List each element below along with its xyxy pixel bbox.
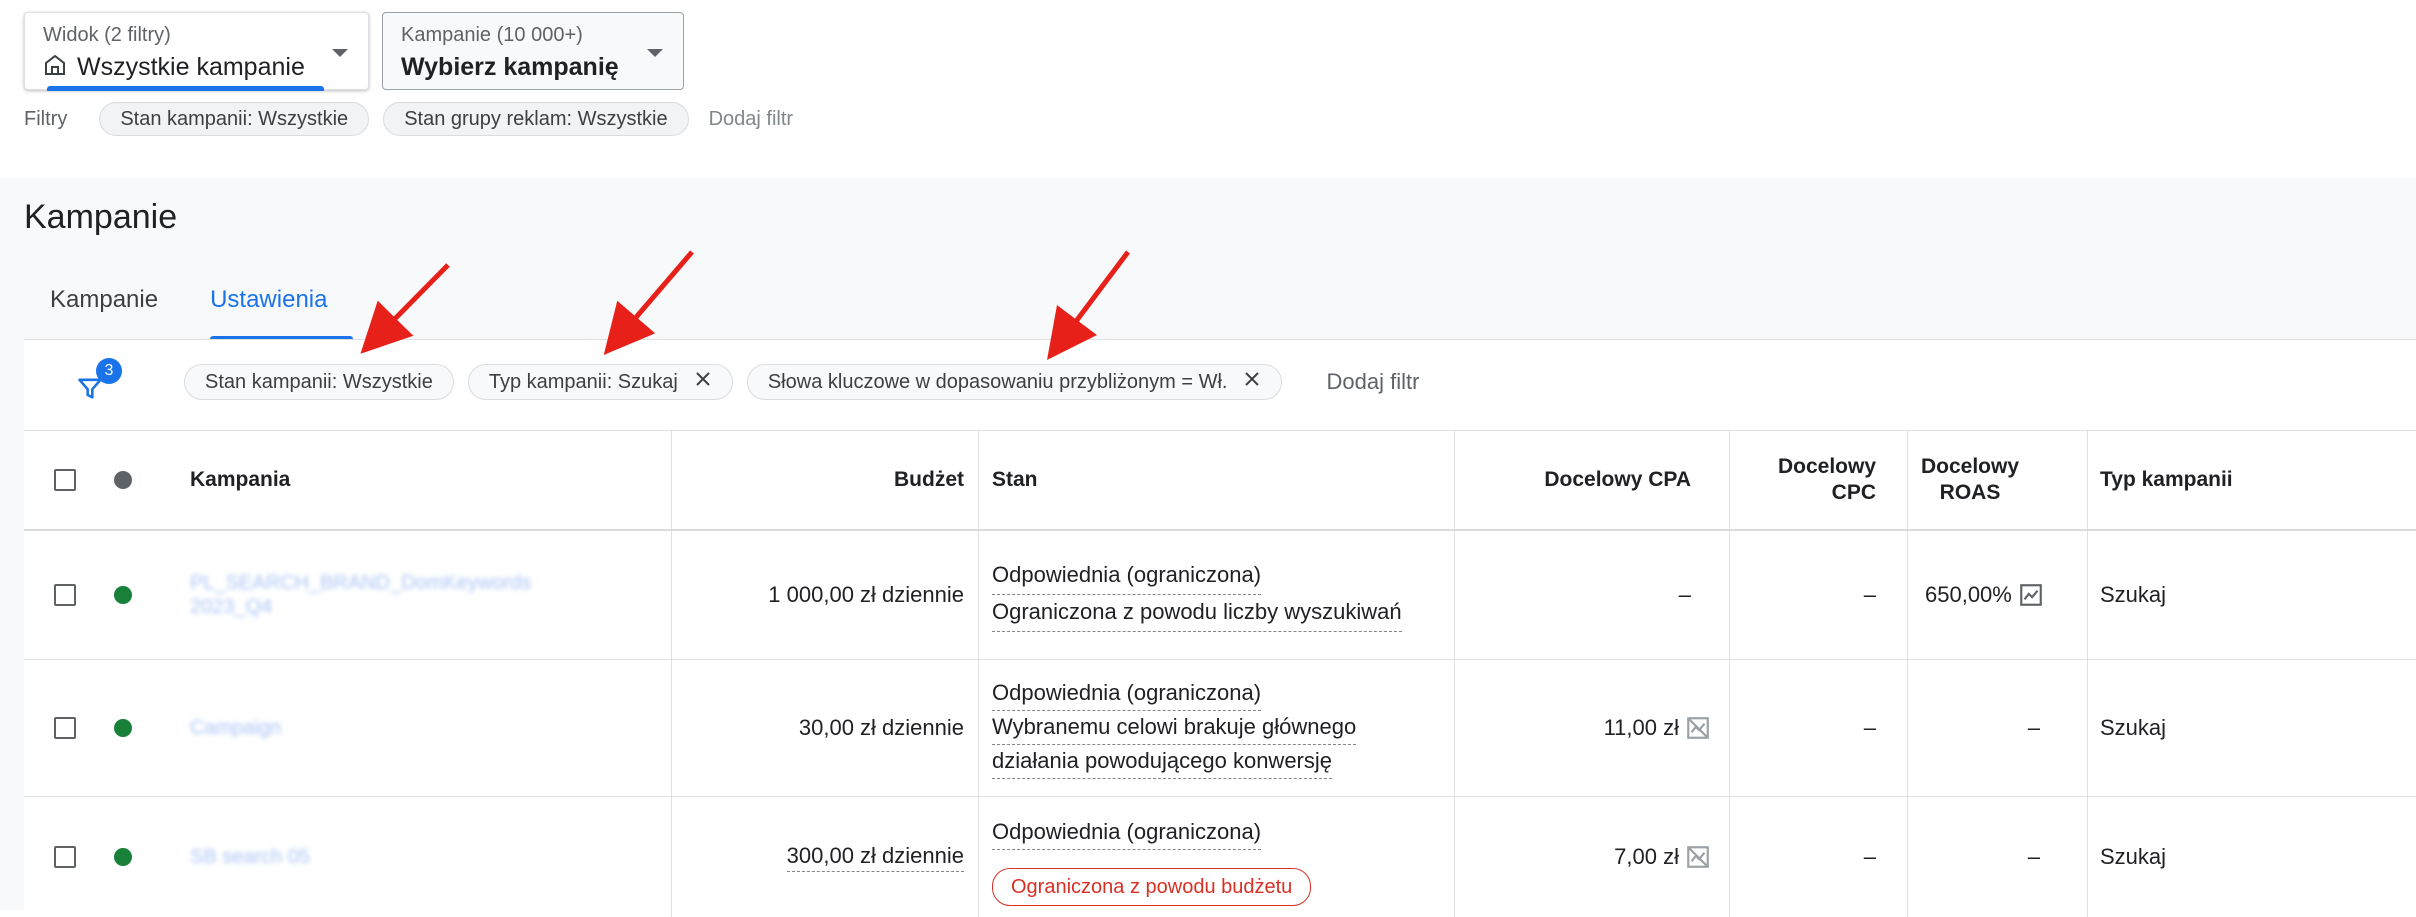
annotation-arrow [603, 250, 694, 355]
annotation-arrows [360, 250, 1130, 360]
annotation-arrow [1047, 250, 1130, 360]
annotation-arrow [360, 263, 450, 354]
